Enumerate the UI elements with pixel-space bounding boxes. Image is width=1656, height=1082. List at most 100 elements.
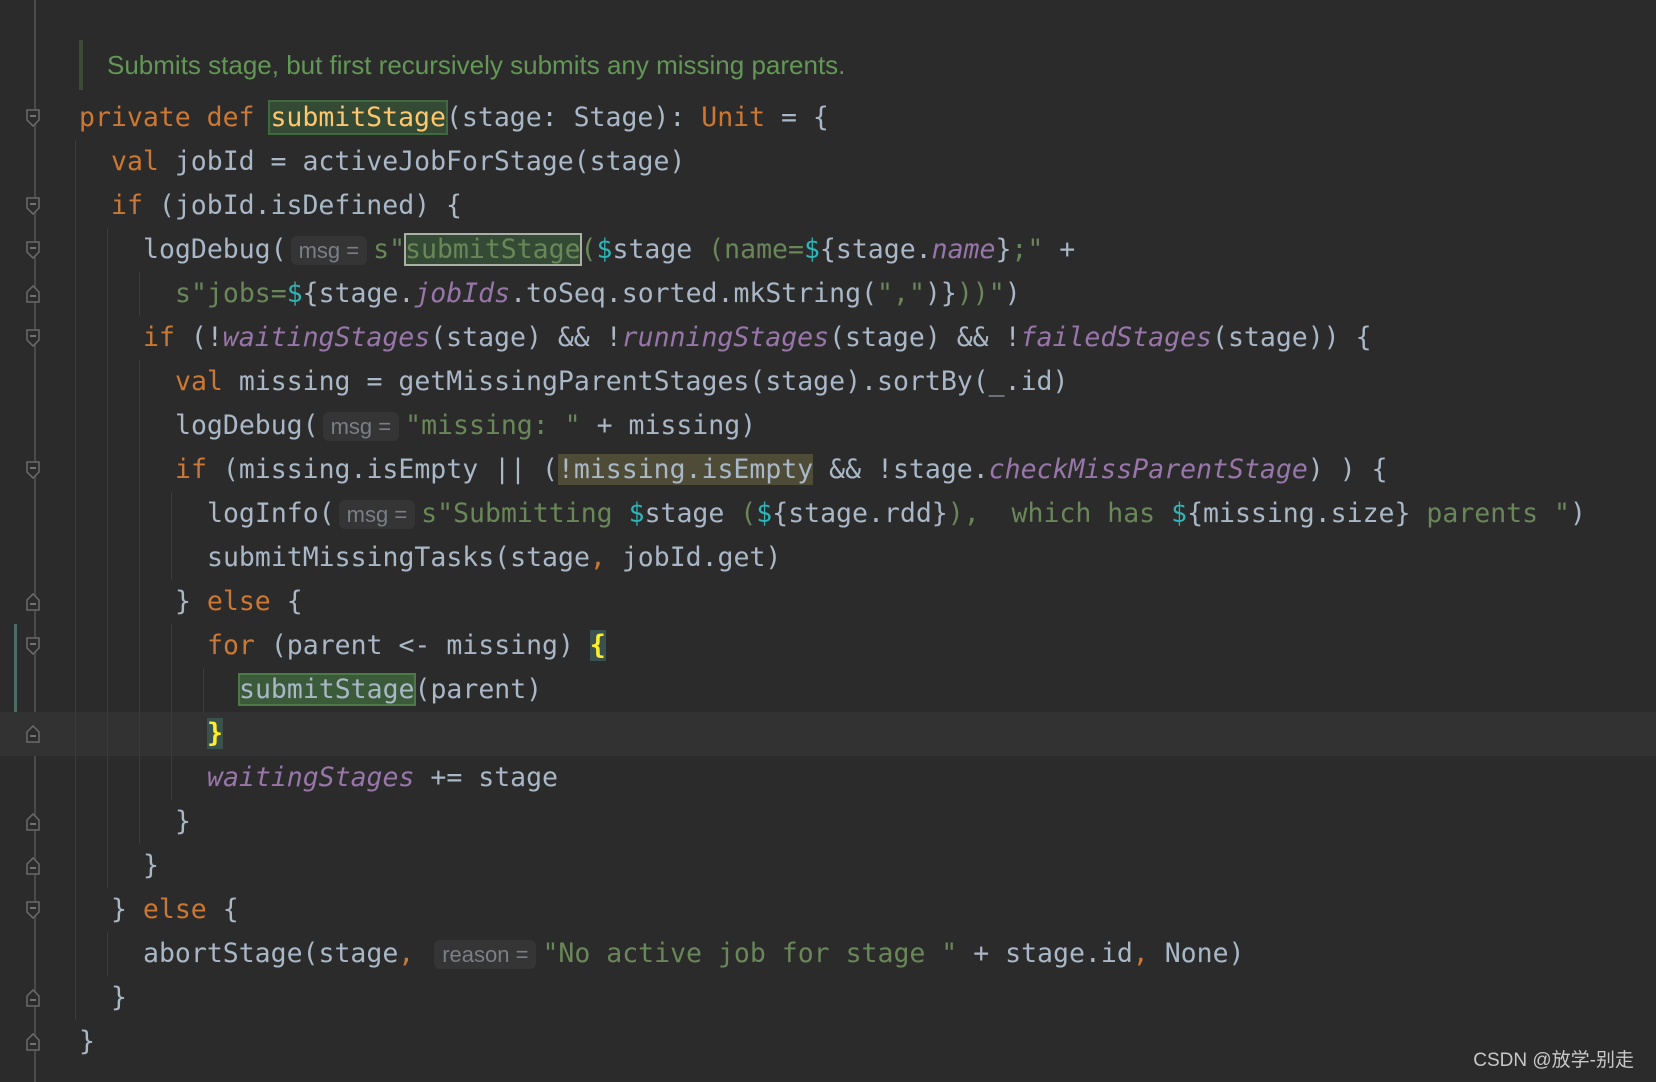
indent-guide xyxy=(107,932,108,976)
code-token: + xyxy=(1043,234,1076,265)
fold-end-icon[interactable] xyxy=(26,813,40,831)
code-line[interactable]: for (parent <- missing) { xyxy=(0,624,1656,668)
fold-collapse-icon[interactable] xyxy=(26,109,40,127)
code-line[interactable]: logDebug(msg = s"submitStage($stage (name… xyxy=(0,228,1656,272)
code-token: .toSeq.sorted.mkString( xyxy=(510,278,878,309)
doc-comment: Submits stage, but first recursively sub… xyxy=(79,40,845,90)
code-line[interactable]: if (missing.isEmpty || (!missing.isEmpty… xyxy=(0,448,1656,492)
code-token: += stage xyxy=(414,762,559,793)
indent-guide xyxy=(107,800,108,844)
code-line[interactable]: val missing = getMissingParentStages(sta… xyxy=(0,360,1656,404)
fold-end-icon[interactable] xyxy=(26,725,40,743)
code-token: logInfo( xyxy=(207,498,335,529)
code-line[interactable]: s"jobs=${stage.jobIds.toSeq.sorted.mkStr… xyxy=(0,272,1656,316)
code-text: private def submitStage(stage: Stage): U… xyxy=(79,96,829,140)
code-token: {missing.size} xyxy=(1187,498,1411,529)
fold-collapse-icon[interactable] xyxy=(26,241,40,259)
indent-guide xyxy=(75,624,76,668)
code-token: } xyxy=(175,586,207,617)
code-token: (stage) && ! xyxy=(829,322,1021,353)
code-token: val xyxy=(111,146,175,177)
fold-end-icon[interactable] xyxy=(26,593,40,611)
code-token: name xyxy=(931,234,996,265)
code-token: = { xyxy=(765,102,829,133)
code-line[interactable]: } xyxy=(0,800,1656,844)
code-text: if (!waitingStages(stage) && !runningSta… xyxy=(143,316,1372,360)
code-token: ( xyxy=(580,234,597,265)
code-line[interactable]: logInfo(msg = s"Submitting $stage (${stag… xyxy=(0,492,1656,536)
code-token: (! xyxy=(190,322,223,353)
code-line[interactable]: submitStage(parent) xyxy=(0,668,1656,712)
indent-guide xyxy=(107,844,108,888)
code-line[interactable]: } else { xyxy=(0,888,1656,932)
indent-guide xyxy=(107,492,108,536)
code-token: $ xyxy=(286,278,303,309)
code-token: logDebug( xyxy=(175,410,319,441)
code-token: failedStages xyxy=(1020,322,1212,353)
code-token: + stage.id xyxy=(957,938,1133,969)
indent-guide xyxy=(171,624,172,668)
indent-guide xyxy=(107,360,108,404)
code-token: val xyxy=(175,366,239,397)
code-line[interactable]: } else { xyxy=(0,580,1656,624)
fold-collapse-icon[interactable] xyxy=(26,637,40,655)
indent-guide xyxy=(75,360,76,404)
code-token: (missing.isEmpty || ( xyxy=(222,454,558,485)
indent-guide xyxy=(139,448,140,492)
code-token: } xyxy=(79,1026,95,1057)
code-line-current[interactable]: } xyxy=(0,712,1656,756)
code-token: !missing.isEmpty xyxy=(557,454,814,485)
fold-collapse-icon[interactable] xyxy=(26,901,40,919)
fold-collapse-icon[interactable] xyxy=(26,461,40,479)
code-line[interactable]: if (!waitingStages(stage) && !runningSta… xyxy=(0,316,1656,360)
fold-end-icon[interactable] xyxy=(26,989,40,1007)
code-token: ), which has xyxy=(947,498,1172,529)
indent-guide xyxy=(107,404,108,448)
code-token: runningStages xyxy=(621,322,830,353)
fold-end-icon[interactable] xyxy=(26,285,40,303)
code-token: , xyxy=(589,542,606,573)
code-token: jobId.get) xyxy=(605,542,782,573)
fold-end-icon[interactable] xyxy=(26,1033,40,1051)
code-line[interactable]: } xyxy=(0,1020,1656,1064)
code-line[interactable]: if (jobId.isDefined) { xyxy=(0,184,1656,228)
indent-guide xyxy=(171,492,172,536)
code-text: waitingStages += stage xyxy=(207,756,558,800)
code-line[interactable]: } xyxy=(0,976,1656,1020)
code-text: abortStage(stage, reason = "No active job… xyxy=(143,932,1244,977)
code-token: (stage) && ! xyxy=(430,322,622,353)
code-token: else xyxy=(206,586,271,617)
code-line[interactable]: waitingStages += stage xyxy=(0,756,1656,800)
fold-end-icon[interactable] xyxy=(26,857,40,875)
code-line[interactable]: private def submitStage(stage: Stage): U… xyxy=(0,96,1656,140)
code-token: $ xyxy=(803,234,820,265)
code-line[interactable]: logDebug(msg = "missing: " + missing) xyxy=(0,404,1656,448)
indent-guide xyxy=(107,316,108,360)
code-token: {stage.rdd} xyxy=(772,498,948,529)
indent-guide xyxy=(75,800,76,844)
code-line[interactable]: abortStage(stage, reason = "No active job… xyxy=(0,932,1656,976)
indent-guide xyxy=(139,580,140,624)
code-token: None) xyxy=(1148,938,1245,969)
watermark: CSDN @放学-别走 xyxy=(1473,1050,1634,1071)
fold-collapse-icon[interactable] xyxy=(26,197,40,215)
parameter-hint: msg = xyxy=(322,412,400,441)
code-token: + missing) xyxy=(580,410,757,441)
indent-guide xyxy=(75,492,76,536)
code-text: if (missing.isEmpty || (!missing.isEmpty… xyxy=(175,448,1388,492)
indent-guide xyxy=(139,536,140,580)
code-token: (jobId.isDefined) { xyxy=(158,190,463,221)
code-token: for xyxy=(207,630,271,661)
code-line[interactable]: submitMissingTasks(stage, jobId.get) xyxy=(0,536,1656,580)
code-token: ) ) { xyxy=(1307,454,1388,485)
code-token: ( xyxy=(724,498,757,529)
code-line[interactable]: val jobId = activeJobForStage(stage) xyxy=(0,140,1656,184)
code-token: {stage. xyxy=(302,278,415,309)
indent-guide xyxy=(107,228,108,272)
code-token: $ xyxy=(756,498,773,529)
code-token: checkMissParentStage xyxy=(988,454,1308,485)
indent-guide xyxy=(75,404,76,448)
fold-collapse-icon[interactable] xyxy=(26,329,40,347)
code-text: } xyxy=(207,712,223,756)
code-line[interactable]: } xyxy=(0,844,1656,888)
